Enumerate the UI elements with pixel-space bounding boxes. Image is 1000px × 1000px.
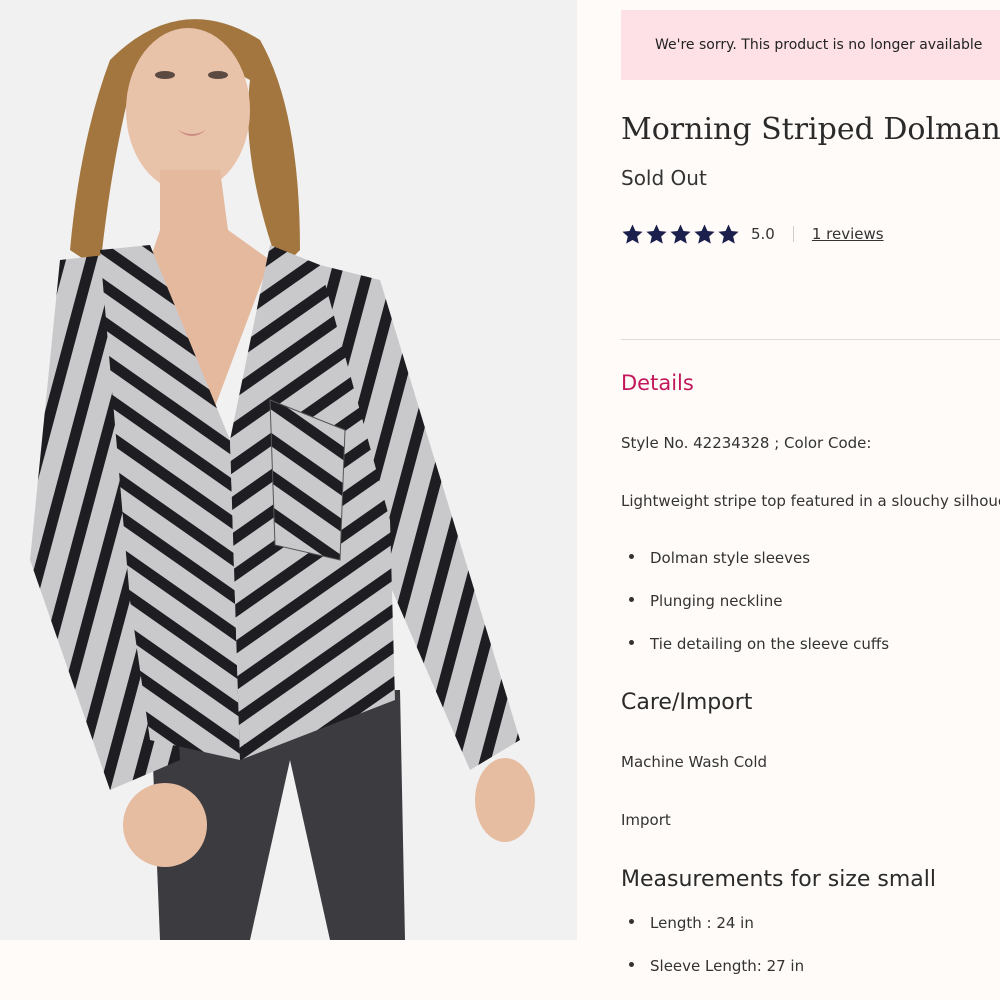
bullet-icon [629, 597, 634, 602]
product-title: Morning Striped Dolman [621, 112, 1000, 147]
list-item: Sleeve Length: 27 in [629, 957, 804, 975]
list-item: Dolman style sleeves [629, 549, 810, 567]
care-heading: Care/Import [621, 690, 753, 715]
product-photo-illustration [0, 0, 577, 940]
list-item: Tie detailing on the sleeve cuffs [629, 635, 889, 653]
star-icon [646, 223, 667, 244]
style-number: Style No. 42234328 ; Color Code: [621, 434, 872, 452]
list-item-text: Length : 24 in [650, 914, 754, 932]
reviews-link[interactable]: 1 reviews [812, 225, 884, 243]
care-wash: Machine Wash Cold [621, 753, 768, 771]
bullet-icon [629, 554, 634, 559]
list-item: Length : 24 in [629, 914, 754, 932]
star-icon [622, 223, 643, 244]
list-item: Plunging neckline [629, 592, 782, 610]
section-divider [621, 339, 1000, 340]
product-info-panel: We're sorry. This product is no longer a… [621, 0, 1000, 1000]
care-origin: Import [621, 811, 671, 829]
bullet-icon [629, 919, 634, 924]
stock-status: Sold Out [621, 166, 707, 190]
measurements-heading: Measurements for size small [621, 867, 936, 892]
star-icon [718, 223, 739, 244]
product-image[interactable] [0, 0, 577, 940]
list-item-text: Sleeve Length: 27 in [650, 957, 805, 975]
star-icon [670, 223, 691, 244]
list-item-text: Tie detailing on the sleeve cuffs [650, 635, 890, 653]
bullet-icon [629, 640, 634, 645]
product-description: Lightweight stripe top featured in a slo… [621, 492, 1000, 510]
rating-value: 5.0 [751, 225, 775, 243]
list-item-text: Dolman style sleeves [650, 549, 811, 567]
unavailable-notice: We're sorry. This product is no longer a… [621, 10, 1000, 80]
rating-divider [792, 226, 794, 242]
rating-summary: 5.0 1 reviews [621, 218, 884, 250]
star-rating [621, 223, 740, 246]
bullet-icon [629, 962, 634, 967]
list-item-text: Plunging neckline [650, 592, 783, 610]
details-heading: Details [621, 371, 694, 395]
star-icon [694, 223, 715, 244]
